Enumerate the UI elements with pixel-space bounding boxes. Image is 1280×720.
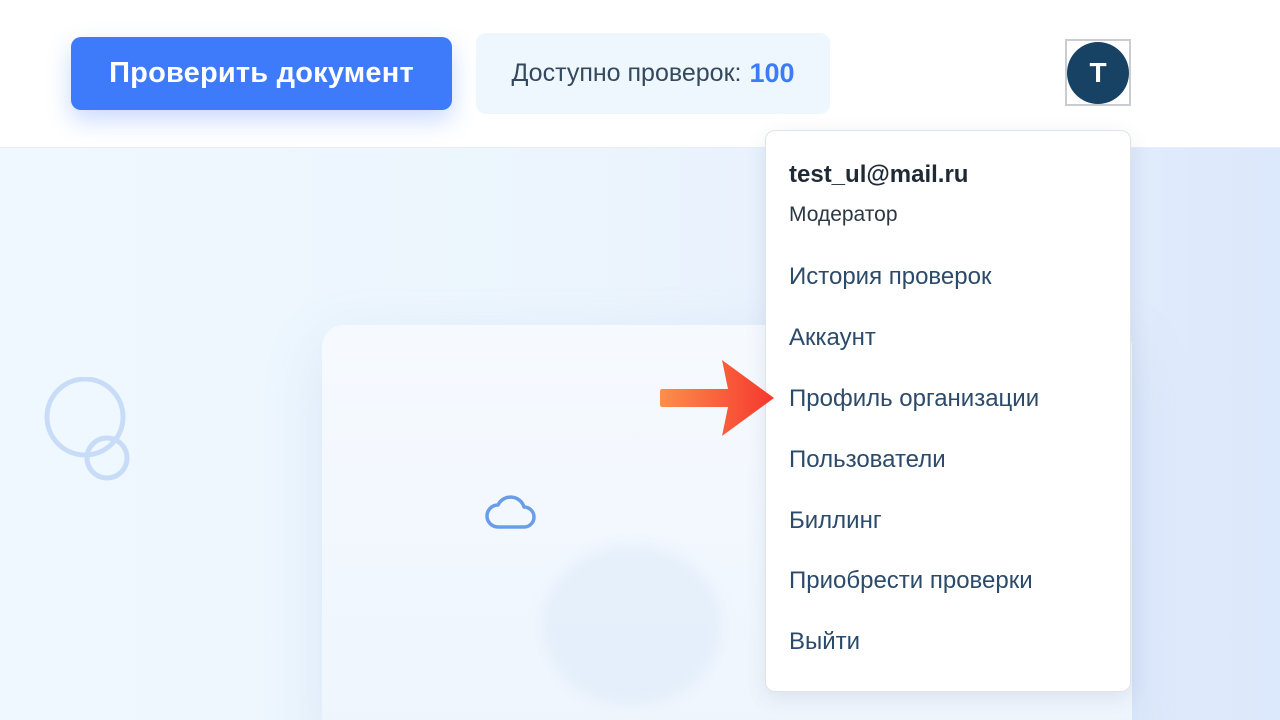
checks-available-count: 100 (749, 58, 795, 88)
avatar-letter: T (1089, 56, 1107, 88)
menu-item-buy-checks[interactable]: Приобрести проверки (789, 567, 1033, 595)
card-decoration (542, 545, 722, 705)
user-role: Модератор (789, 203, 898, 226)
avatar: T (1067, 41, 1129, 104)
top-bar: Проверить документ Доступно проверок: 10… (0, 0, 1280, 148)
checks-available-label: Доступно проверок: (511, 59, 742, 87)
menu-item-users[interactable]: Пользователи (789, 446, 946, 474)
menu-item-organization-profile[interactable]: Профиль организации (789, 385, 1039, 413)
checks-available-badge: Доступно проверок: 100 (476, 33, 830, 114)
menu-item-account[interactable]: Аккаунт (789, 324, 876, 352)
user-email: test_ul@mail.ru (789, 161, 969, 188)
user-avatar-button[interactable]: T (1065, 39, 1131, 106)
arrow-right-icon (660, 360, 774, 436)
cloud-icon (485, 495, 536, 529)
user-dropdown-menu: test_ul@mail.ru Модератор История провер… (765, 130, 1131, 692)
logo-outline-icon (44, 377, 130, 481)
menu-item-billing[interactable]: Биллинг (789, 507, 882, 535)
menu-item-check-history[interactable]: История проверок (789, 263, 991, 291)
menu-item-logout[interactable]: Выйти (789, 628, 860, 656)
check-document-button[interactable]: Проверить документ (71, 37, 452, 110)
